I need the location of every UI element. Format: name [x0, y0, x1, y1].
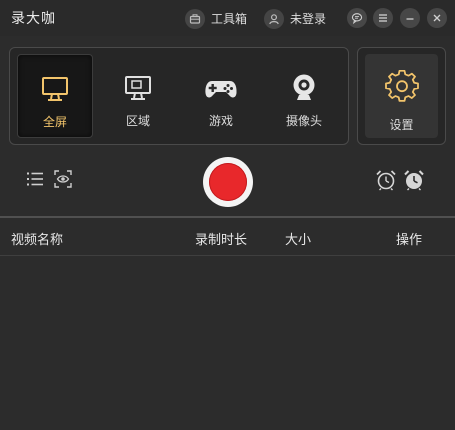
login-link[interactable]: 未登录: [290, 10, 326, 27]
close-button[interactable]: [427, 8, 447, 28]
recordings-list: [0, 256, 455, 430]
preview-eye-icon[interactable]: [54, 170, 72, 192]
mode-label: 游戏: [208, 114, 233, 128]
gamepad-icon: [203, 72, 239, 104]
chat-bubble-icon: [351, 13, 363, 24]
record-dot-icon: [209, 163, 247, 201]
toolbox-link[interactable]: 工具箱: [211, 10, 247, 27]
column-header-name[interactable]: 视频名称: [11, 229, 63, 248]
toolbox-icon[interactable]: [185, 9, 205, 29]
monitor-icon: [40, 73, 70, 105]
settings-button[interactable]: 设置: [365, 54, 438, 138]
column-header-duration[interactable]: 录制时长: [195, 229, 247, 248]
region-monitor-icon: [123, 72, 153, 104]
column-header-size[interactable]: 大小: [285, 229, 311, 248]
minimize-icon: [406, 18, 414, 20]
scheduled-alarm-icon[interactable]: [403, 169, 425, 195]
mode-label: 区域: [125, 114, 150, 128]
settings-panel: 设置: [357, 47, 446, 145]
column-header-actions: 操作: [396, 233, 423, 248]
mode-label: 全屏: [42, 115, 67, 129]
mode-game[interactable]: 游戏: [183, 54, 259, 138]
list-icon[interactable]: [26, 170, 44, 192]
mode-fullscreen[interactable]: 全屏: [17, 54, 93, 138]
webcam-icon: [289, 72, 319, 104]
table-header: 视频名称 录制时长 大小 操作: [0, 218, 455, 256]
mode-label: 摄像头: [285, 114, 322, 128]
gear-icon: [384, 69, 419, 108]
feedback-button[interactable]: [347, 8, 367, 28]
menu-button[interactable]: [373, 8, 393, 28]
minimize-button[interactable]: [400, 8, 420, 28]
hamburger-menu-icon: [379, 14, 387, 22]
timer-alarm-icon[interactable]: [375, 169, 397, 195]
mode-selector-panel: 全屏 区域 游戏 摄像头: [9, 47, 349, 145]
settings-label: 设置: [389, 118, 414, 132]
app-title: 录大咖: [11, 11, 56, 27]
close-icon: [433, 14, 441, 22]
title-bar: 录大咖 工具箱 未登录: [0, 0, 455, 36]
record-button[interactable]: [203, 157, 253, 207]
mode-webcam[interactable]: 摄像头: [266, 54, 342, 138]
mode-region[interactable]: 区域: [100, 54, 176, 138]
user-icon[interactable]: [264, 9, 284, 29]
